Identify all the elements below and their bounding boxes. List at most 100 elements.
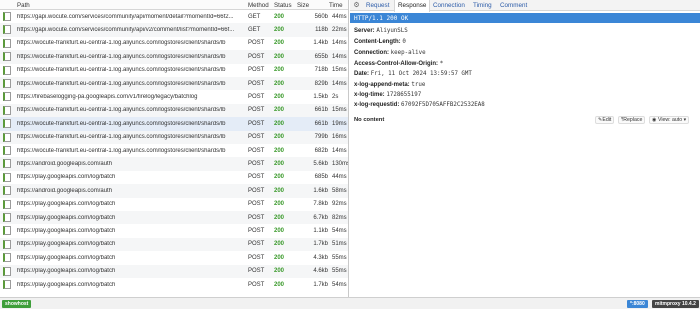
flow-time: 55ms bbox=[332, 268, 347, 275]
flow-status: 200 bbox=[274, 107, 285, 114]
flow-time: 58ms bbox=[332, 187, 347, 194]
flow-row[interactable]: https://wocute-frankfurt.eu-central-1.lo… bbox=[0, 77, 348, 91]
replace-button-label: Replace bbox=[623, 117, 643, 123]
flow-status: 200 bbox=[274, 26, 285, 33]
flow-path: https://play.googleapis.com/log/batch bbox=[17, 174, 116, 181]
flow-size: 799b bbox=[314, 134, 328, 141]
tab-comment[interactable]: Comment bbox=[497, 0, 530, 11]
tab-request[interactable]: Request bbox=[363, 0, 392, 11]
gear-icon[interactable]: ⚙ bbox=[352, 1, 361, 10]
response-status-line[interactable]: HTTP/1.1 200 OK bbox=[350, 13, 700, 23]
column-header-status[interactable]: Status bbox=[274, 2, 292, 9]
flow-path: https://play.googleapis.com/log/batch bbox=[17, 241, 116, 248]
flow-row[interactable]: https://wocute-frankfurt.eu-central-1.lo… bbox=[0, 64, 348, 77]
tab-timing[interactable]: Timing bbox=[470, 0, 495, 11]
header-value: keep-alive bbox=[390, 50, 426, 56]
header-value: 0 bbox=[402, 39, 406, 45]
flow-row[interactable]: https://wocute-frankfurt.eu-central-1.lo… bbox=[0, 103, 348, 118]
flow-path: https://play.googleapis.com/log/batch bbox=[17, 281, 116, 288]
flow-row[interactable]: https://wocute-frankfurt.eu-central-1.lo… bbox=[0, 130, 348, 144]
flow-row[interactable]: https://firebaselogging-pa.googleapis.co… bbox=[0, 90, 348, 103]
response-header-row[interactable]: x-log-requestid: 67092F5D705AFFB2C2532EA… bbox=[354, 102, 485, 108]
header-value: AliyunSLS bbox=[376, 28, 408, 34]
response-header-row[interactable]: Connection: keep-alive bbox=[354, 50, 426, 56]
flow-row[interactable]: https://play.googleapis.com/log/batch POS… bbox=[0, 211, 348, 225]
flow-status: 200 bbox=[274, 93, 285, 100]
showhost-badge[interactable]: showhost bbox=[2, 300, 32, 308]
document-icon bbox=[3, 146, 11, 155]
flow-size: 6.7kb bbox=[313, 214, 328, 221]
column-header-path[interactable]: Path bbox=[17, 2, 30, 9]
flow-status: 200 bbox=[274, 80, 285, 87]
flow-status: 200 bbox=[274, 201, 285, 208]
flow-row[interactable]: https://play.googleapis.com/log/batch POS… bbox=[0, 224, 348, 237]
flow-path: https://wocute-frankfurt.eu-central-1.lo… bbox=[17, 120, 226, 127]
document-icon bbox=[3, 239, 11, 249]
flow-size: 829b bbox=[314, 80, 328, 87]
flow-time: 15ms bbox=[332, 107, 347, 114]
flow-row[interactable]: https://android.googleapis.com/auth POST 2… bbox=[0, 184, 348, 198]
replace-button[interactable]: ⤒Replace bbox=[618, 116, 646, 124]
flow-time: 2s bbox=[332, 93, 339, 100]
view-mode-label: View: auto bbox=[657, 117, 683, 123]
status-footer: showhost *:8080 mitmproxy 10.4.2 bbox=[0, 297, 700, 309]
flow-path: https://play.googleapis.com/log/batch bbox=[17, 201, 116, 208]
flow-status: 200 bbox=[274, 53, 285, 60]
header-value: * bbox=[439, 61, 444, 67]
edit-button[interactable]: ✎Edit bbox=[595, 116, 615, 124]
document-icon bbox=[3, 52, 11, 62]
response-header-row[interactable]: x-log-append-meta: true bbox=[354, 82, 425, 88]
flow-row[interactable]: https://android.googleapis.com/auth POST 2… bbox=[0, 157, 348, 171]
flow-row[interactable]: https://wocute-frankfurt.eu-central-1.lo… bbox=[0, 50, 348, 64]
flow-method: POST bbox=[248, 201, 265, 208]
flow-path: https://wocute-frankfurt.eu-central-1.lo… bbox=[17, 147, 226, 154]
flow-time: 16ms bbox=[332, 134, 347, 141]
flow-time: 44ms bbox=[332, 174, 347, 181]
flow-size: 5.6kb bbox=[313, 160, 328, 167]
flow-path: https://wocute-frankfurt.eu-central-1.lo… bbox=[17, 53, 226, 60]
flow-row[interactable]: https://play.googleapis.com/log/batch POS… bbox=[0, 278, 348, 291]
response-header-row[interactable]: Access-Control-Allow-Origin: * bbox=[354, 61, 443, 67]
tab-connection[interactable]: Connection bbox=[430, 0, 468, 11]
flow-path: https://play.googleapis.com/log/batch bbox=[17, 254, 116, 261]
tab-response[interactable]: Response bbox=[394, 0, 431, 12]
flow-status: 200 bbox=[274, 120, 285, 127]
document-icon bbox=[3, 65, 11, 75]
document-icon bbox=[3, 213, 11, 222]
flow-row[interactable]: https://gapi.wocute.com/services/communi… bbox=[0, 23, 348, 37]
flow-row[interactable]: https://play.googleapis.com/log/batch POS… bbox=[0, 198, 348, 211]
header-value: 1728655197 bbox=[386, 92, 422, 98]
flow-row[interactable]: https://wocute-frankfurt.eu-central-1.lo… bbox=[0, 117, 348, 131]
flow-time: 14ms bbox=[332, 40, 347, 47]
response-header-row[interactable]: Server: AliyunSLS bbox=[354, 28, 408, 34]
response-header-row[interactable]: Content-Length: 0 bbox=[354, 39, 406, 45]
flow-path: https://wocute-frankfurt.eu-central-1.lo… bbox=[17, 80, 226, 87]
flow-row[interactable]: https://play.googleapis.com/log/batch POS… bbox=[0, 237, 348, 252]
flow-row[interactable]: https://wocute-frankfurt.eu-central-1.lo… bbox=[0, 37, 348, 50]
column-header-time[interactable]: Time bbox=[329, 2, 343, 9]
detail-tabs: ⚙ Request Response Connection Timing Com… bbox=[350, 0, 700, 12]
edit-button-label: Edit bbox=[602, 117, 612, 123]
flow-method: GET bbox=[248, 13, 261, 20]
no-content-label: No content bbox=[354, 117, 385, 123]
document-icon bbox=[3, 105, 11, 115]
flow-row[interactable]: https://play.googleapis.com/log/batch POS… bbox=[0, 264, 348, 278]
listen-port-badge: *:8080 bbox=[627, 300, 648, 308]
flow-path: https://gapi.wocute.com/services/communi… bbox=[17, 26, 235, 33]
header-name: x-log-append-meta: bbox=[354, 82, 410, 88]
flow-row[interactable]: https://play.googleapis.com/log/batch POS… bbox=[0, 171, 348, 184]
flow-row[interactable]: https://wocute-frankfurt.eu-central-1.lo… bbox=[0, 144, 348, 157]
column-header-size[interactable]: Size bbox=[297, 2, 309, 9]
flow-size: 4.6kb bbox=[313, 268, 328, 275]
view-mode-select[interactable]: ◉ View: auto ▾ bbox=[649, 116, 690, 124]
header-name: Access-Control-Allow-Origin: bbox=[354, 61, 439, 67]
response-header-row[interactable]: x-log-time: 1728655197 bbox=[354, 92, 421, 98]
flow-row[interactable]: https://gapi.wocute.com/services/communi… bbox=[0, 10, 348, 23]
flow-method: POST bbox=[248, 160, 265, 167]
column-header-method[interactable]: Method bbox=[248, 2, 269, 9]
document-icon bbox=[3, 159, 11, 169]
response-header-row[interactable]: Date: Fri, 11 Oct 2024 13:59:57 GMT bbox=[354, 71, 472, 77]
document-icon bbox=[3, 280, 11, 289]
flow-size: 1.4kb bbox=[313, 40, 328, 47]
flow-row[interactable]: https://play.googleapis.com/log/batch POS… bbox=[0, 251, 348, 264]
